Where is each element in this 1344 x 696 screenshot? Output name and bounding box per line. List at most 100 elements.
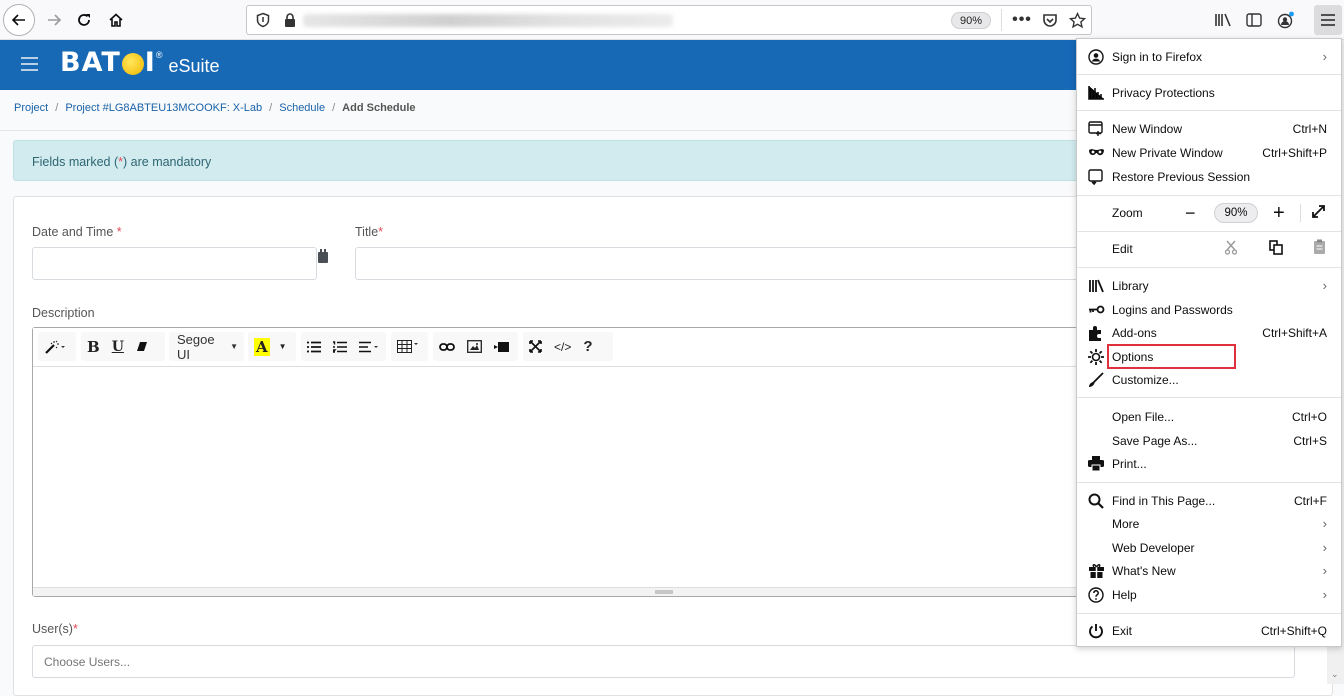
menu-item-zoom: Zoom − 90% + [1077, 201, 1341, 225]
zoom-level-badge[interactable]: 90% [951, 12, 991, 29]
menu-item-exit[interactable]: Exit Ctrl+Shift+Q [1077, 619, 1341, 642]
fullscreen-button[interactable] [1311, 204, 1326, 222]
pocket-icon[interactable] [1040, 11, 1060, 29]
menu-item-add-ons[interactable]: Add-ons Ctrl+Shift+A [1077, 321, 1341, 344]
back-button[interactable] [3, 4, 35, 36]
bullet-list-button[interactable] [301, 332, 327, 361]
insert-group [433, 332, 518, 361]
numbered-list-icon [333, 340, 347, 353]
batoi-logo[interactable]: BAT I ® eSuite [60, 48, 220, 78]
paragraph-group [301, 332, 386, 361]
private-mask-icon [1087, 144, 1105, 162]
menu-item-privacy-protections[interactable]: Privacy Protections [1077, 81, 1341, 104]
back-icon [11, 14, 25, 26]
menu-separator [1077, 482, 1341, 483]
menu-item-help[interactable]: Help › [1077, 583, 1341, 606]
breadcrumb-separator: / [55, 102, 59, 114]
power-icon [1087, 622, 1105, 640]
cut-button[interactable] [1224, 240, 1238, 258]
chevron-right-icon: › [1322, 278, 1327, 293]
account-icon[interactable] [1276, 10, 1296, 30]
users-select-input[interactable] [32, 645, 1295, 678]
menu-item-customize[interactable]: Customize... [1077, 368, 1341, 391]
font-name-dropdown[interactable]: Segoe UI ▼ [169, 332, 244, 362]
menu-item-save-page[interactable]: Save Page As... Ctrl+S [1077, 429, 1341, 452]
menu-item-more[interactable]: More › [1077, 512, 1341, 535]
forward-button[interactable] [38, 4, 70, 36]
chevron-right-icon: › [1322, 563, 1327, 578]
link-button[interactable] [433, 332, 461, 361]
breadcrumb-project-detail[interactable]: Project #LG8ABTEU13MCOOKF: X-Lab [65, 102, 262, 114]
sidebar-toggle-icon[interactable] [21, 57, 38, 71]
chevron-right-icon: › [1322, 540, 1327, 555]
menu-item-library[interactable]: Library › [1077, 274, 1341, 297]
page-actions-icon[interactable]: ••• [1012, 11, 1032, 29]
menu-item-new-window[interactable]: New Window Ctrl+N [1077, 117, 1341, 140]
fullscreen-button[interactable] [523, 332, 548, 361]
title-label: Title* [355, 225, 384, 239]
breadcrumb: Project / Project #LG8ABTEU13MCOOKF: X-L… [14, 102, 416, 114]
url-text-blurred[interactable] [303, 14, 673, 27]
video-button[interactable] [488, 332, 515, 361]
lock-icon[interactable] [283, 12, 297, 28]
eraser-icon [136, 342, 147, 351]
zoom-reset-button[interactable]: 90% [1214, 203, 1258, 223]
code-view-button[interactable]: </> [548, 332, 577, 361]
library-icon[interactable] [1213, 10, 1233, 30]
home-button[interactable] [100, 4, 132, 36]
bookmark-star-icon[interactable] [1067, 11, 1087, 29]
reload-button[interactable] [68, 4, 100, 36]
forward-icon [48, 14, 62, 26]
menu-item-new-private-window[interactable]: New Private Window Ctrl+Shift+P [1077, 141, 1341, 164]
date-time-label: Date and Time * [32, 225, 122, 239]
menu-item-sign-in[interactable]: Sign in to Firefox › [1077, 45, 1341, 68]
menu-item-restore-session[interactable]: Restore Previous Session [1077, 165, 1341, 188]
open-menu-button[interactable] [1314, 5, 1342, 35]
video-icon [494, 341, 509, 352]
copy-button[interactable] [1269, 239, 1283, 258]
magic-style-button[interactable] [38, 332, 72, 361]
firefox-main-menu: Sign in to Firefox › Privacy Protections… [1076, 38, 1342, 647]
bold-button[interactable]: B [81, 332, 106, 361]
brush-icon [1087, 371, 1105, 389]
menu-item-web-developer[interactable]: Web Developer › [1077, 536, 1341, 559]
scroll-down-icon[interactable]: ⌄ [1331, 669, 1339, 680]
menu-item-print[interactable]: Print... [1077, 452, 1341, 475]
menu-item-open-file[interactable]: Open File... Ctrl+O [1077, 405, 1341, 428]
library-icon [1087, 277, 1105, 295]
hamburger-menu-icon [1321, 14, 1335, 26]
clear-format-button[interactable] [130, 332, 154, 361]
url-bar[interactable]: 90% ••• [246, 5, 1092, 35]
tracking-shield-icon[interactable] [255, 12, 271, 28]
menu-item-whats-new[interactable]: What's New › [1077, 559, 1341, 582]
paragraph-align-dropdown[interactable] [353, 332, 385, 361]
highlight-color-button[interactable]: A [248, 332, 276, 361]
menu-item-find[interactable]: Find in This Page... Ctrl+F [1077, 489, 1341, 512]
color-dropdown[interactable]: ▼ [276, 332, 290, 361]
font-group: Segoe UI ▼ [169, 332, 244, 362]
resize-grip-icon[interactable] [655, 590, 673, 594]
fullscreen-icon [529, 340, 542, 353]
sidebar-icon[interactable] [1244, 10, 1264, 30]
breadcrumb-schedule[interactable]: Schedule [279, 102, 325, 114]
zoom-out-button[interactable]: − [1185, 203, 1196, 224]
calendar-icon[interactable] [318, 249, 328, 263]
image-button[interactable] [461, 332, 488, 361]
key-icon [1087, 301, 1105, 319]
zoom-in-button[interactable]: + [1273, 202, 1285, 225]
date-time-input[interactable] [32, 247, 317, 280]
logo-fruit-icon [121, 53, 144, 75]
restore-session-icon [1087, 168, 1105, 186]
paste-button[interactable] [1313, 239, 1326, 258]
menu-separator [1077, 110, 1341, 111]
help-button[interactable]: ? [577, 332, 598, 361]
numbered-list-button[interactable] [327, 332, 353, 361]
table-button[interactable] [391, 332, 425, 361]
table-group [391, 332, 428, 361]
color-group: A ▼ [248, 332, 296, 361]
chevron-right-icon: › [1322, 587, 1327, 602]
underline-button[interactable]: U [106, 332, 130, 361]
printer-icon [1087, 455, 1105, 473]
menu-item-logins-passwords[interactable]: Logins and Passwords [1077, 298, 1341, 321]
breadcrumb-project[interactable]: Project [14, 102, 48, 114]
